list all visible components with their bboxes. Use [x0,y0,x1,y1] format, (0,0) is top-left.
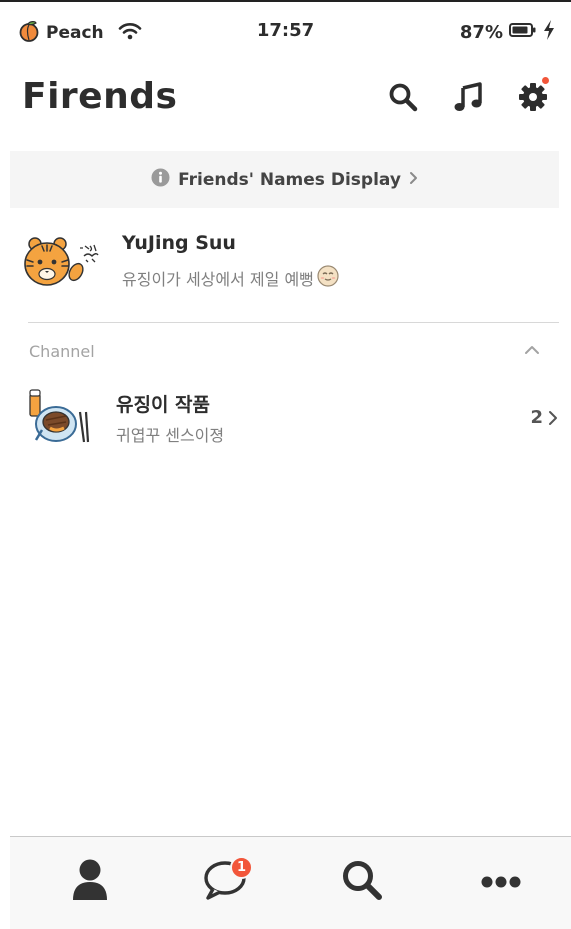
chats-unread-badge: 1 [230,856,254,879]
chevron-right-icon [409,170,418,189]
profile-name: YuJing Suu [122,232,236,254]
charging-bolt-icon [543,20,555,44]
friends-tab[interactable] [65,857,115,907]
my-profile-row[interactable]: YuJing Suu 유징이가 세상에서 제일 예뻥 [0,212,571,312]
friends-names-display-banner[interactable]: Friends' Names Display [10,151,559,208]
more-tab[interactable] [476,857,526,907]
chats-tab[interactable]: 1 [200,856,254,907]
more-dots-icon [481,873,521,892]
chevron-up-icon[interactable] [523,341,541,359]
channel-avatar [28,382,100,448]
settings-notification-dot [542,77,549,84]
info-icon [151,168,170,191]
search-icon [341,859,383,905]
page-title: Firends [22,76,178,117]
channel-name: 유징이 작품 [116,394,211,416]
header: Firends [0,60,571,150]
search-tab[interactable] [337,857,387,907]
profile-status-text: 유징이가 세상에서 제일 예뻥 [122,270,314,289]
channel-section-title: Channel [29,342,95,361]
settings-button[interactable] [516,77,550,116]
status-bar: Peach 17:57 87% [0,2,571,60]
channel-subtitle: 귀엽꾸 센스이졍 [116,426,225,445]
battery-percentage: 87% [459,21,503,43]
smile-face-icon [316,264,340,292]
gear-icon [518,77,549,116]
music-icon [453,82,483,116]
person-icon [71,858,109,906]
chevron-right-icon [547,410,559,426]
channel-count: 2 [530,407,543,428]
battery-group: 87% [460,20,555,44]
channel-item[interactable]: 유징이 작품 귀엽꾸 센스이졍 2 [0,376,571,456]
bottom-tab-bar: 1 [10,836,571,929]
battery-icon [509,22,537,42]
music-button[interactable] [451,82,485,116]
avatar [22,234,100,294]
profile-status-message: 유징이가 세상에서 제일 예뻥 [122,264,340,292]
search-button[interactable] [386,82,420,116]
divider [28,322,559,323]
banner-text: Friends' Names Display [178,169,401,190]
search-icon [388,82,418,116]
